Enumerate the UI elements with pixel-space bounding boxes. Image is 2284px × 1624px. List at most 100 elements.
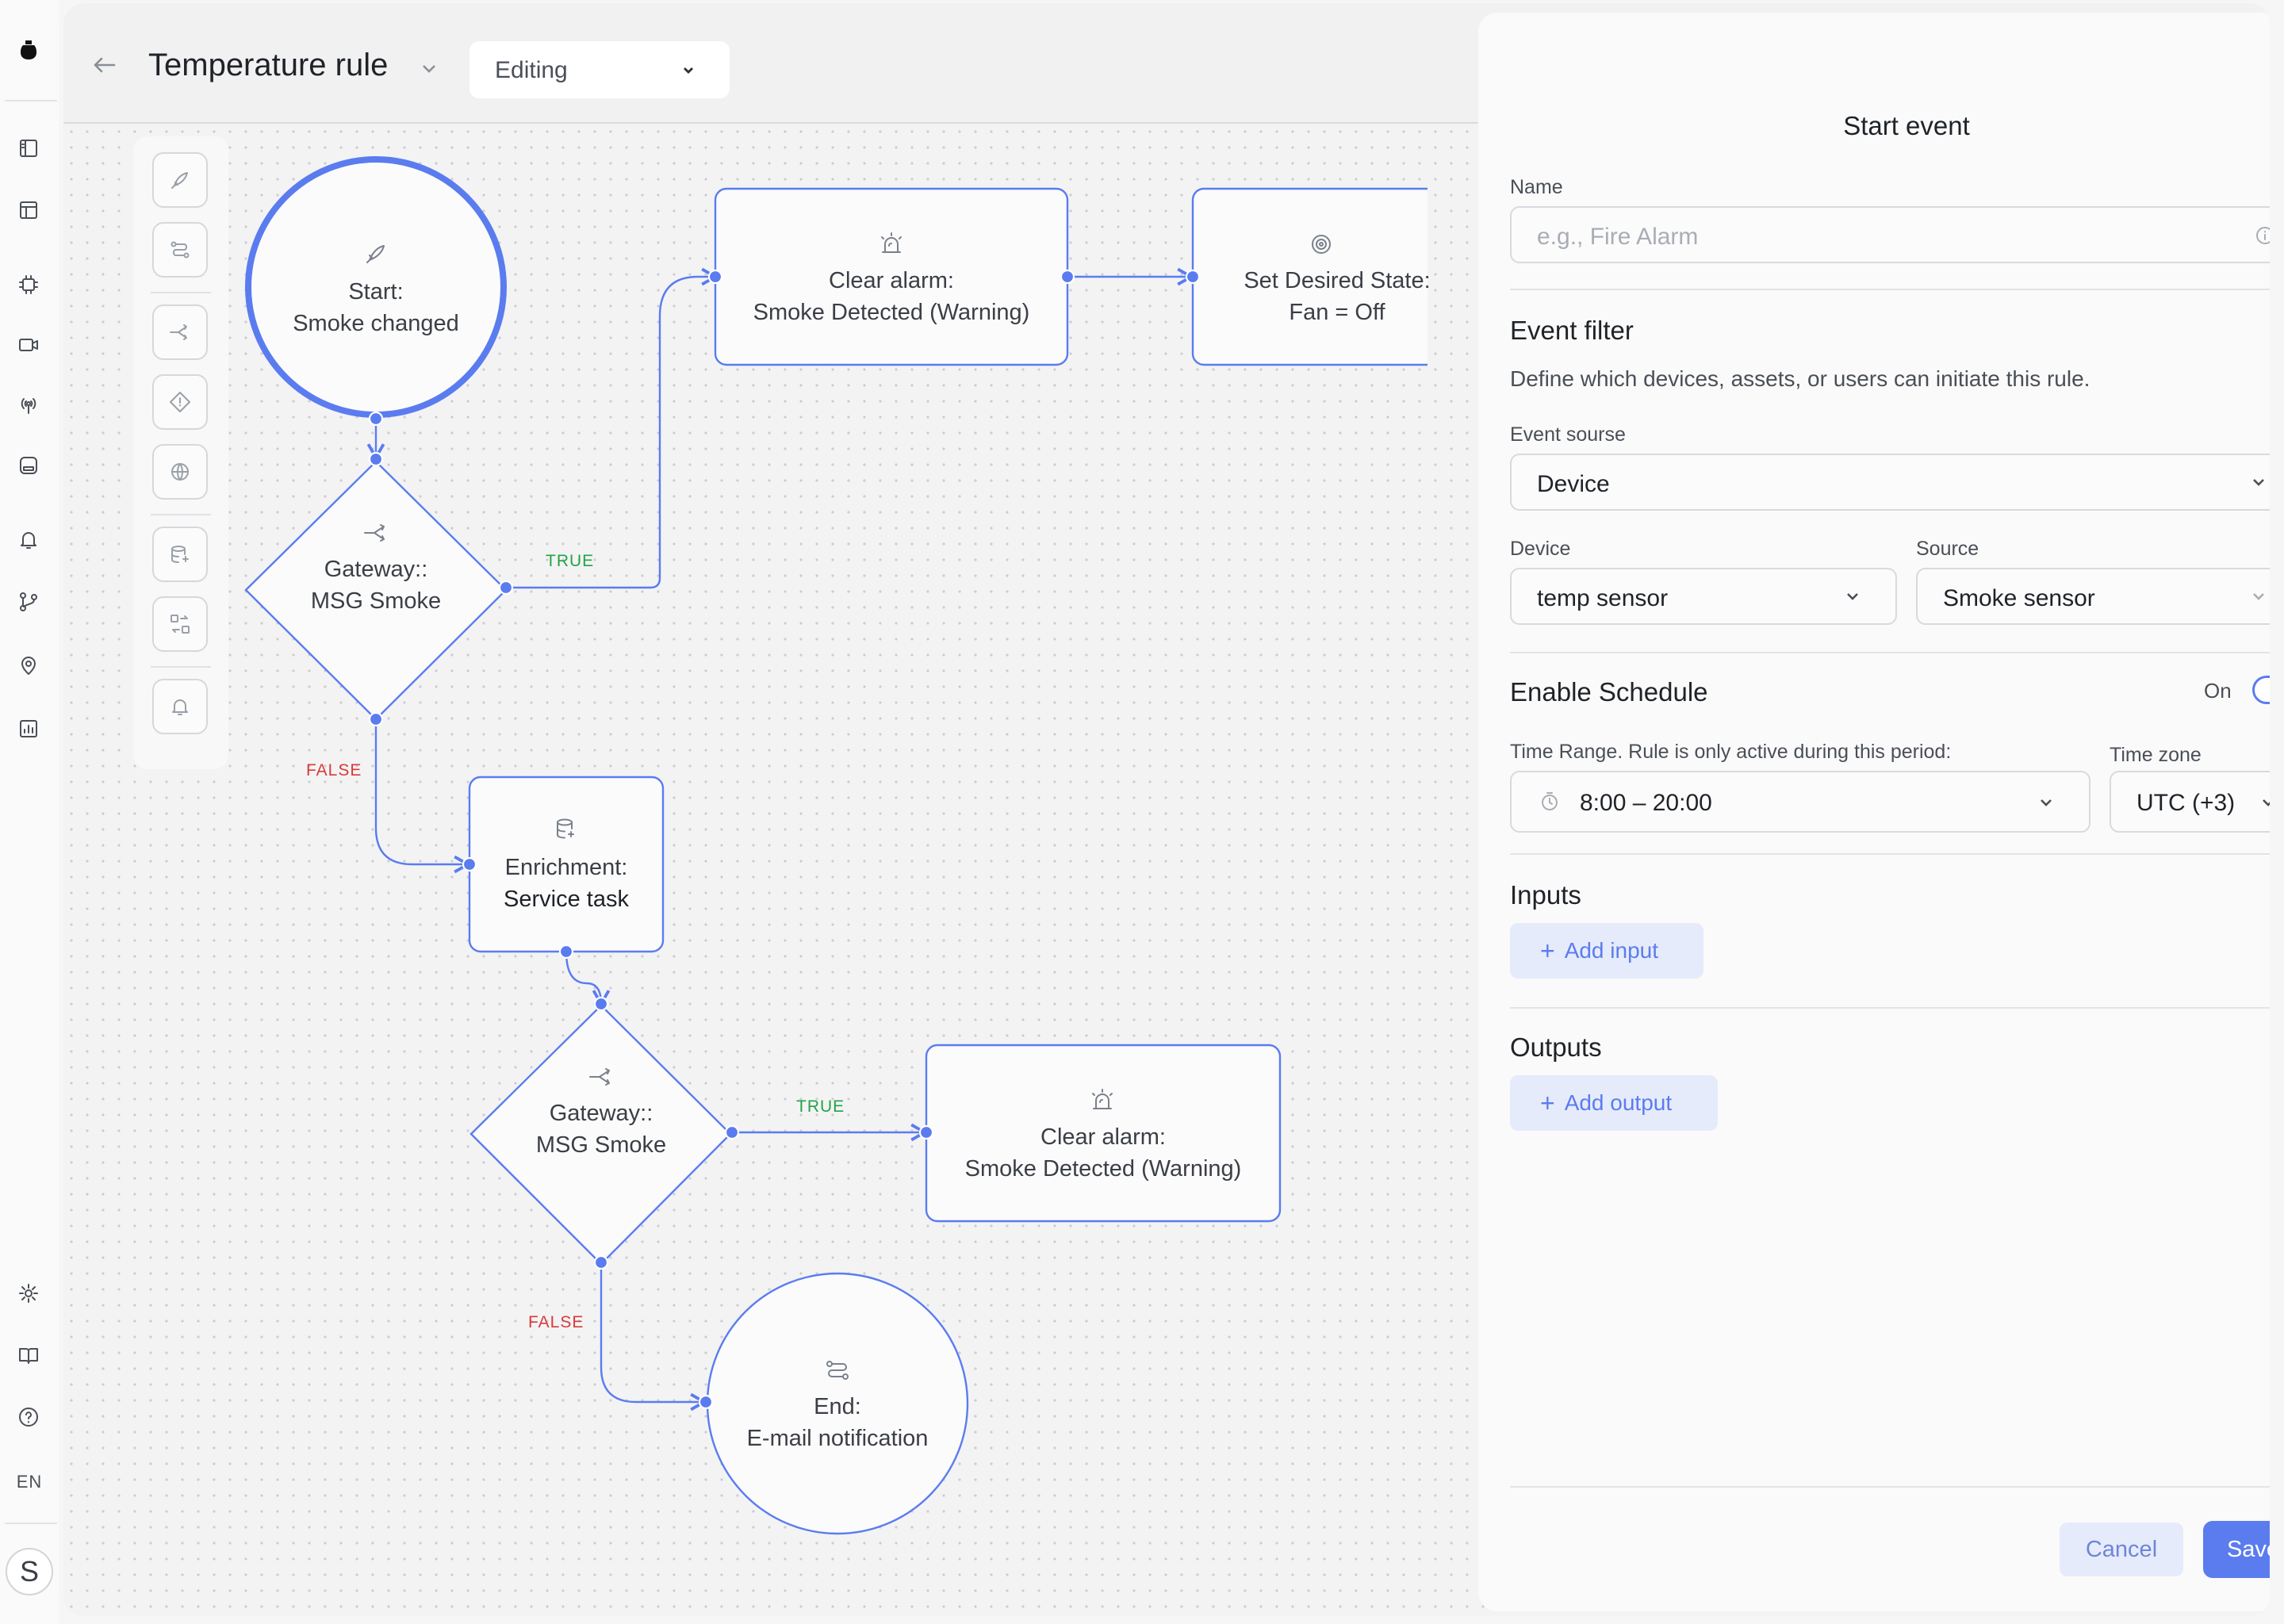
clear-alarm1-title: Clear alarm:	[829, 268, 954, 293]
inputs-title: Inputs	[1510, 880, 1581, 910]
siren-icon	[877, 230, 906, 259]
git-branch-icon[interactable]	[13, 587, 44, 617]
clear-alarm1-subtitle: Smoke Detected (Warning)	[753, 300, 1030, 325]
event-source-value: Device	[1537, 471, 1610, 497]
set-state-subtitle: Fan = Off	[1289, 300, 1385, 325]
name-field[interactable]: e.g., Fire Alarm	[1510, 206, 2270, 263]
plus-icon: +	[1540, 1089, 1555, 1117]
start-event-tool[interactable]	[152, 152, 208, 208]
transform-tool[interactable]	[152, 596, 208, 652]
help-icon[interactable]	[13, 1402, 44, 1432]
avatar[interactable]: S	[6, 1548, 53, 1595]
edge-enrichment-gateway2	[565, 951, 611, 1007]
section-divider	[1510, 853, 2270, 855]
name-label: Name	[1510, 176, 1563, 198]
chip-icon[interactable]	[13, 270, 44, 300]
map-pin-icon[interactable]	[13, 650, 44, 680]
true-edge-label: TRUE	[796, 1097, 845, 1116]
section-divider	[1510, 289, 2270, 290]
database-icon	[552, 815, 581, 844]
start-node-title: Start:	[348, 279, 404, 304]
start-node-label[interactable]: Start: Smoke changed	[257, 276, 495, 339]
siren-icon	[1088, 1086, 1117, 1115]
book-icon[interactable]	[13, 1340, 44, 1370]
plus-icon: +	[1540, 936, 1555, 965]
gateway-icon	[587, 1063, 615, 1091]
antenna-icon[interactable]	[13, 390, 44, 420]
storage-icon[interactable]	[13, 450, 44, 481]
end-node-title: End:	[814, 1394, 861, 1419]
task-tool[interactable]	[152, 222, 208, 278]
enrichment-tool[interactable]	[152, 527, 208, 582]
source-label: Source	[1916, 538, 1979, 560]
route-icon	[823, 1356, 852, 1385]
settings-icon[interactable]	[13, 1278, 44, 1308]
palette-divider	[151, 666, 211, 668]
false-edge-label: FALSE	[306, 761, 362, 779]
time-range-select[interactable]: 8:00 – 20:00	[1510, 771, 2090, 833]
timezone-select[interactable]: UTC (+3)	[2110, 771, 2270, 833]
edge-gateway2-false	[600, 1262, 707, 1411]
start-node-subtitle: Smoke changed	[293, 311, 459, 336]
add-output-label: Add output	[1564, 1090, 1673, 1115]
device-select[interactable]: temp sensor	[1510, 568, 1897, 625]
schedule-toggle[interactable]	[2252, 676, 2270, 704]
edge-gateway1-true	[506, 267, 719, 589]
add-output-button[interactable]: + Add output	[1510, 1075, 1718, 1131]
device-value: temp sensor	[1537, 585, 1669, 611]
video-icon[interactable]	[13, 330, 44, 360]
chevron-down-icon	[2259, 793, 2270, 814]
web-tool[interactable]	[152, 444, 208, 500]
enrichment-label[interactable]: Enrichment: Service task	[471, 852, 661, 915]
pot-logo-icon[interactable]	[13, 35, 44, 65]
notification-tool[interactable]	[152, 679, 208, 734]
event-source-select[interactable]: Device	[1510, 454, 2270, 511]
alarm-tool[interactable]	[152, 374, 208, 430]
language-switch[interactable]: EN	[0, 1472, 59, 1492]
chevron-down-icon	[2249, 587, 2270, 607]
gateway-tool[interactable]	[152, 304, 208, 360]
event-filter-title: Event filter	[1510, 316, 1634, 345]
rocket-icon	[362, 239, 390, 268]
panel-title: Start event	[1843, 111, 1970, 140]
edge-gateway1-false	[374, 719, 471, 874]
clear-alarm2-label[interactable]: Clear alarm: Smoke Detected (Warning)	[928, 1121, 1278, 1185]
start-event-panel: Start event Name e.g., Fire Alarm Event …	[1478, 13, 2270, 1611]
timer-icon	[1539, 790, 1562, 814]
time-range-value: 8:00 – 20:00	[1580, 790, 1712, 816]
gateway1-label[interactable]: Gateway:: MSG Smoke	[265, 553, 487, 617]
source-select[interactable]: Smoke sensor	[1916, 568, 2270, 625]
gateway2-title: Gateway::	[549, 1101, 653, 1126]
layout-icon[interactable]	[13, 195, 44, 225]
false-edge-label: FALSE	[528, 1313, 584, 1331]
gateway2-subtitle: MSG Smoke	[535, 1132, 667, 1158]
section-divider	[1510, 652, 2270, 653]
time-range-label: Time Range. Rule is only active during t…	[1510, 741, 1952, 763]
event-filter-description: Define which devices, assets, or users c…	[1510, 366, 2090, 391]
schedule-title: Enable Schedule	[1510, 677, 1708, 707]
gateway1-subtitle: MSG Smoke	[310, 588, 442, 614]
add-input-button[interactable]: + Add input	[1510, 923, 1703, 979]
outputs-title: Outputs	[1510, 1032, 1602, 1062]
chart-icon[interactable]	[13, 714, 44, 744]
save-button[interactable]: Save	[2203, 1521, 2270, 1578]
dashboard-icon[interactable]	[13, 133, 44, 163]
clear-alarm2-title: Clear alarm:	[1040, 1124, 1166, 1150]
palette-divider	[151, 292, 211, 293]
bell-icon[interactable]	[13, 525, 44, 555]
info-icon[interactable]	[2254, 224, 2270, 248]
clear-alarm1-label[interactable]: Clear alarm: Smoke Detected (Warning)	[717, 265, 1066, 328]
target-icon	[1307, 230, 1336, 259]
chevron-down-icon	[2249, 473, 2270, 493]
node-palette	[133, 136, 228, 769]
end-node-label[interactable]: End: E-mail notification	[711, 1391, 964, 1454]
name-field-placeholder: e.g., Fire Alarm	[1537, 224, 1699, 250]
rail-divider	[5, 100, 57, 102]
footer-divider	[1510, 1486, 2270, 1488]
gateway2-label[interactable]: Gateway:: MSG Smoke	[490, 1097, 712, 1161]
cancel-button[interactable]: Cancel	[2060, 1522, 2183, 1576]
end-node-subtitle: E-mail notification	[746, 1426, 929, 1451]
schedule-toggle-label: On	[2204, 679, 2232, 703]
set-state-title: Set Desired State:	[1244, 268, 1431, 293]
set-state-label[interactable]: Set Desired State: Fan = Off	[1194, 265, 1480, 328]
